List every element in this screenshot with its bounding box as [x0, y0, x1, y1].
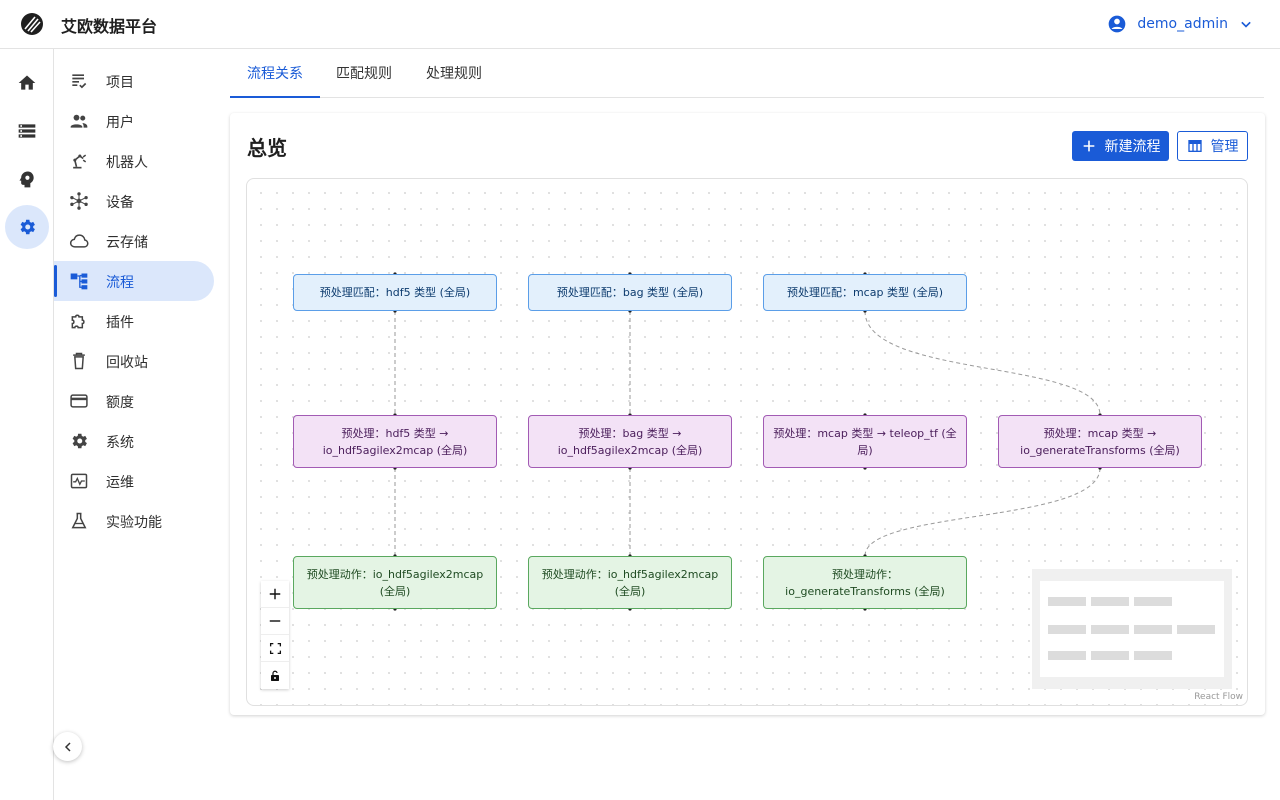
tab-flow-relations[interactable]: 流程关系 — [230, 49, 320, 98]
sidebar-item-label: 设备 — [106, 195, 134, 211]
app-title: 艾欧数据平台 — [61, 17, 158, 36]
people-icon — [70, 114, 88, 128]
flow-node-process-mcap-transforms[interactable]: 预处理：mcap 类型 → io_generateTransforms (全局) — [998, 415, 1202, 468]
sidebar-item-ops[interactable]: 运维 — [54, 461, 214, 501]
sidebar-item-cloud-storage[interactable]: 云存储 — [54, 221, 214, 261]
sidebar-item-label: 用户 — [106, 115, 134, 131]
sidebar-item-label: 机器人 — [106, 155, 148, 171]
react-flow-attribution[interactable]: React Flow — [1194, 692, 1243, 702]
plus-icon — [1083, 140, 1094, 152]
account-circle-icon — [1109, 15, 1126, 33]
top-header: 艾欧数据平台 demo_admin — [0, 0, 1280, 49]
sidebar-item-experimental[interactable]: 实验功能 — [54, 501, 214, 541]
flow-node-match-mcap[interactable]: 预处理匹配：mcap 类型 (全局) — [763, 274, 967, 311]
fit-view-icon — [269, 642, 281, 654]
credit-card-icon — [70, 394, 88, 408]
rail-storage-button[interactable] — [5, 109, 49, 153]
sidebar-item-label: 插件 — [106, 315, 134, 331]
sidebar-item-label: 回收站 — [106, 355, 148, 371]
robot-arm-icon — [73, 154, 87, 169]
flow-minimap[interactable] — [1032, 569, 1232, 689]
user-name: demo_admin — [1137, 16, 1228, 32]
zoom-in-button[interactable] — [261, 581, 289, 608]
icon-rail — [0, 49, 54, 800]
new-flow-label: 新建流程 — [1104, 139, 1161, 155]
flask-icon — [71, 512, 87, 529]
sidebar-item-label: 系统 — [106, 435, 134, 451]
lock-button[interactable] — [261, 662, 289, 689]
storage-icon — [18, 124, 36, 138]
hub-icon — [70, 192, 88, 210]
puzzle-icon — [71, 314, 85, 329]
flow-node-process-mcap-teleop[interactable]: 预处理：mcap 类型 → teleop_tf (全局) — [763, 415, 967, 468]
tab-bar: 流程关系 匹配规则 处理规则 — [230, 49, 1264, 98]
sidebar-item-projects[interactable]: 项目 — [54, 61, 214, 101]
rail-settings-button[interactable] — [5, 205, 49, 249]
overview-card: 总览 新建流程 管理 预处理匹配：hdf5 类型 (全局) 预处理匹配：bag … — [230, 113, 1265, 715]
zoom-out-icon — [269, 620, 281, 622]
sidebar-item-label: 项目 — [106, 75, 134, 91]
checklist-icon — [72, 74, 87, 89]
flow-node-action-bag[interactable]: 预处理动作：io_hdf5agilex2mcap (全局) — [528, 556, 732, 609]
user-menu[interactable]: demo_admin — [1107, 12, 1256, 36]
sidebar-item-system[interactable]: 系统 — [54, 421, 214, 461]
fit-view-button[interactable] — [261, 635, 289, 662]
gear-icon — [72, 433, 87, 449]
sidebar-item-robots[interactable]: 机器人 — [54, 141, 214, 181]
sidebar-item-label: 实验功能 — [106, 515, 162, 531]
sidebar-item-label: 运维 — [106, 475, 134, 491]
flow-node-action-hdf5[interactable]: 预处理动作：io_hdf5agilex2mcap (全局) — [293, 556, 497, 609]
home-icon — [18, 75, 36, 90]
lock-icon — [271, 670, 279, 681]
flow-canvas[interactable]: 预处理匹配：hdf5 类型 (全局) 预处理匹配：bag 类型 (全局) 预处理… — [246, 178, 1248, 706]
flow-controls — [261, 581, 289, 689]
flow-node-match-bag[interactable]: 预处理匹配：bag 类型 (全局) — [528, 274, 732, 311]
manage-button[interactable]: 管理 — [1177, 131, 1248, 161]
trash-icon — [73, 352, 85, 370]
manage-label: 管理 — [1210, 139, 1239, 155]
sidebar-item-label: 云存储 — [106, 235, 148, 251]
new-flow-button[interactable]: 新建流程 — [1072, 131, 1169, 161]
rail-psychology-button[interactable] — [5, 157, 49, 201]
settings-sidebar: 项目 用户 机器人 设备 云存储 流程 插件 回收站 额度 系统 运维 实验功能 — [54, 49, 220, 800]
monitor-icon — [70, 473, 88, 489]
zoom-in-icon — [269, 588, 281, 600]
table-icon — [1187, 140, 1202, 152]
sidebar-item-label: 流程 — [106, 275, 134, 291]
flow-node-match-hdf5[interactable]: 预处理匹配：hdf5 类型 (全局) — [293, 274, 497, 311]
minimap-viewport — [1040, 581, 1224, 677]
sidebar-item-label: 额度 — [106, 395, 134, 411]
zoom-out-button[interactable] — [261, 608, 289, 635]
logo-icon[interactable] — [20, 12, 44, 36]
tab-match-rules[interactable]: 匹配规则 — [320, 49, 408, 97]
psychology-icon — [19, 171, 34, 188]
flow-node-action-transforms[interactable]: 预处理动作：io_generateTransforms (全局) — [763, 556, 967, 609]
sidebar-item-plugins[interactable]: 插件 — [54, 301, 214, 341]
chevron-down-icon — [1241, 21, 1251, 28]
card-title: 总览 — [247, 136, 287, 160]
flow-node-process-bag[interactable]: 预处理：bag 类型 → io_hdf5agilex2mcap (全局) — [528, 415, 732, 468]
flow-node-process-hdf5[interactable]: 预处理：hdf5 类型 → io_hdf5agilex2mcap (全局) — [293, 415, 497, 468]
tab-process-rules[interactable]: 处理规则 — [410, 49, 498, 97]
edge-p4-a3 — [864, 467, 1101, 557]
rail-home-button[interactable] — [5, 61, 49, 105]
gear-icon — [20, 219, 35, 235]
sidebar-item-users[interactable]: 用户 — [54, 101, 214, 141]
flow-tree-icon — [70, 273, 88, 290]
sidebar-item-recycle-bin[interactable]: 回收站 — [54, 341, 214, 381]
sidebar-item-flows[interactable]: 流程 — [54, 261, 214, 301]
sidebar-item-devices[interactable]: 设备 — [54, 181, 214, 221]
edge-m3-p4 — [864, 310, 1101, 416]
cloud-icon — [69, 234, 89, 248]
sidebar-item-quota[interactable]: 额度 — [54, 381, 214, 421]
